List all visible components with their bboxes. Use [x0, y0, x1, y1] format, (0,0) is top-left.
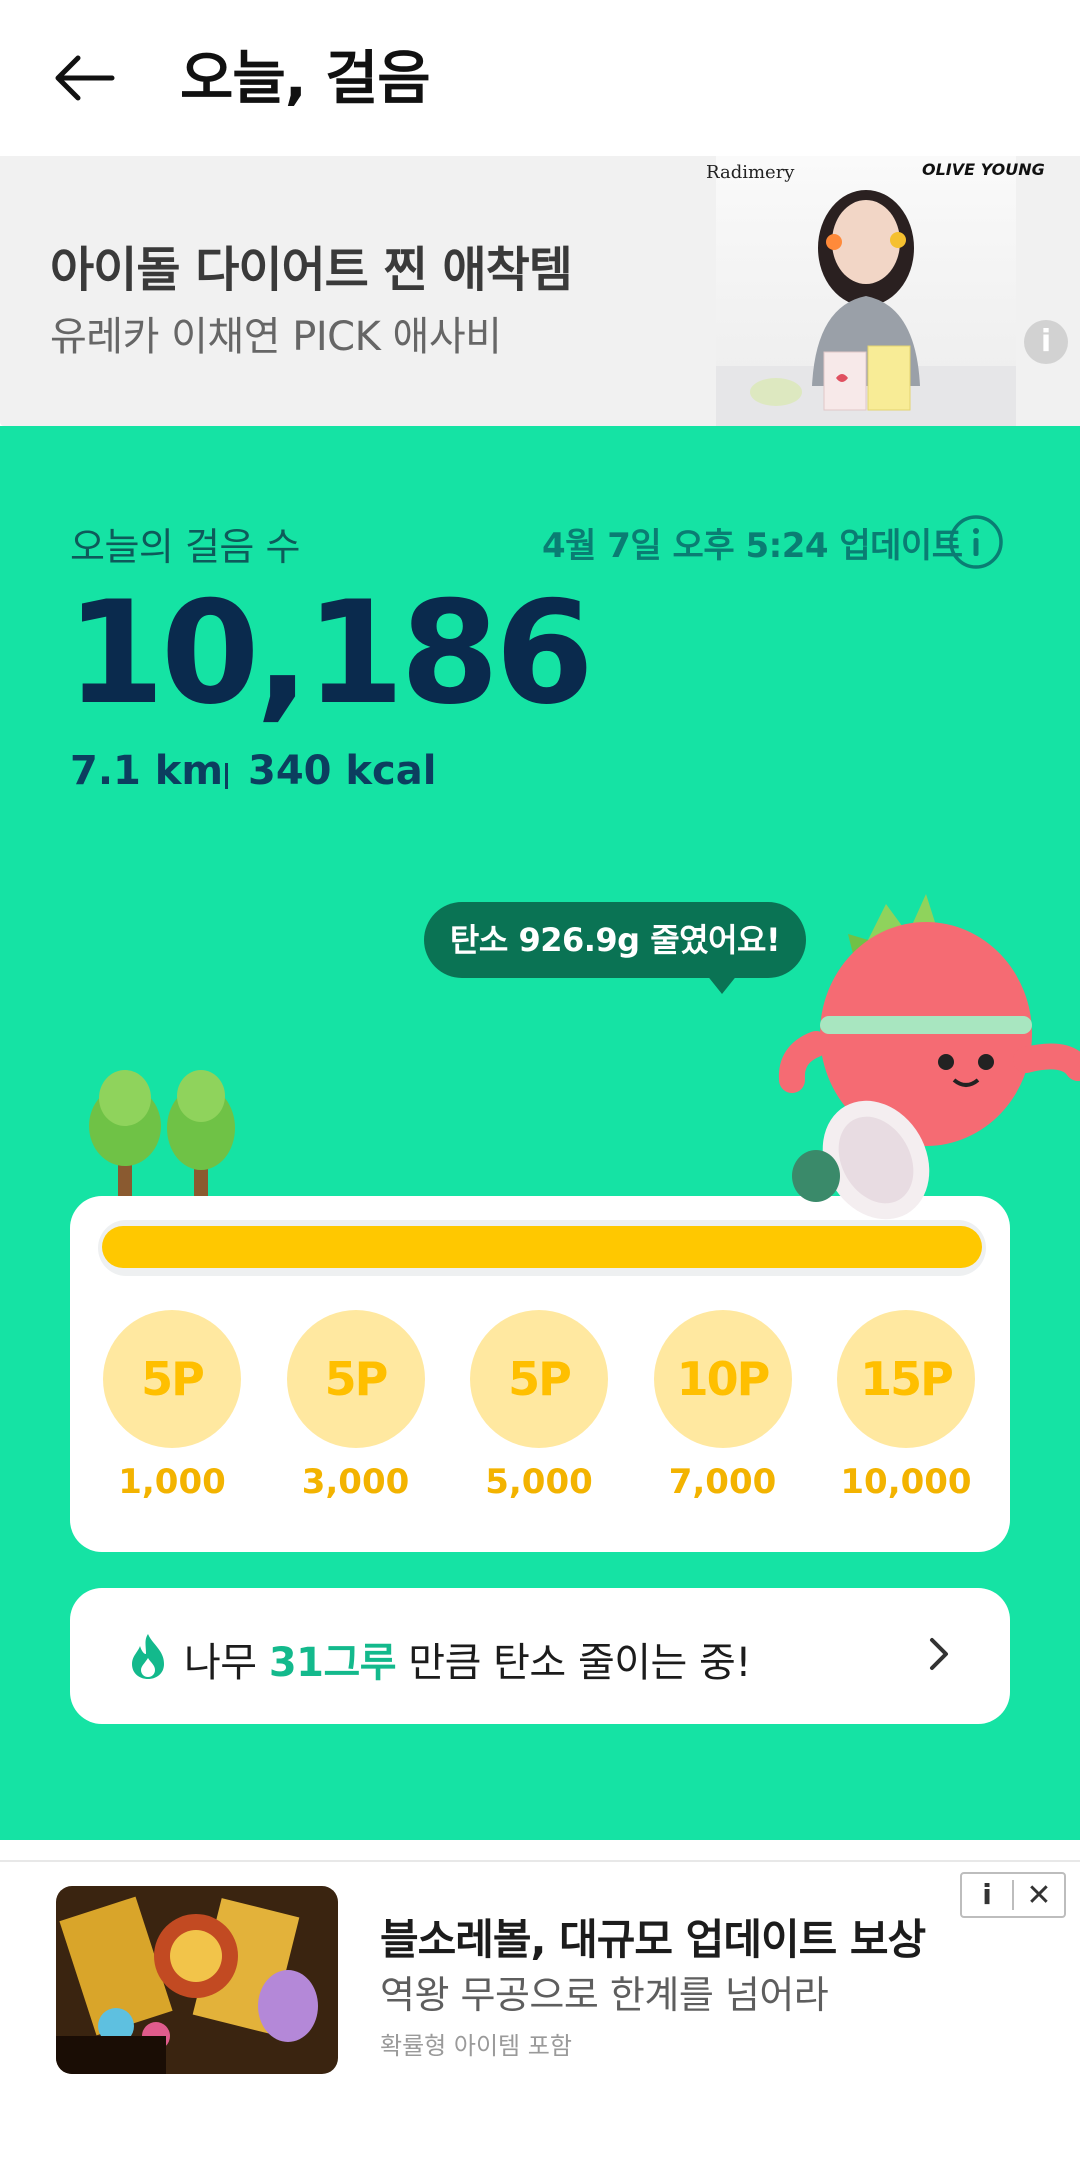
bubble-tail — [706, 974, 738, 994]
calories-value: 340 kcal — [248, 748, 437, 794]
goal-points-badge[interactable]: 5P — [470, 1310, 608, 1448]
trees-illustration — [89, 1070, 235, 1200]
goal-points-badge[interactable]: 10P — [653, 1310, 792, 1448]
steps-label: 오늘의 걸음 수 — [70, 525, 300, 569]
page-title: 오늘, 걸음 — [180, 44, 431, 112]
carbon-suffix: 만큼 탄소 줄이는 중! — [396, 1640, 751, 1686]
ad-title: 아이돌 다이어트 찐 애착템 — [50, 242, 573, 298]
update-time: 4월 7일 오후 5:24 업데이트 — [542, 526, 963, 566]
top-ad-banner[interactable]: 아이돌 다이어트 찐 애착템 유레카 이채연 PICK 애사비 i — [0, 156, 1080, 426]
info-icon[interactable] — [948, 514, 1004, 570]
app-header — [0, 0, 1080, 156]
stat-divider — [225, 763, 228, 789]
ad-brand-left: Radimery — [706, 162, 795, 183]
goal-points-badge[interactable]: 15P — [837, 1310, 975, 1448]
tomato-character-illustration — [778, 894, 1080, 1220]
ad-close-button[interactable]: ✕ — [1014, 1878, 1064, 1913]
carbon-text: 나무 31그루 만큼 탄소 줄이는 중! — [184, 1630, 751, 1688]
carbon-highlight: 31그루 — [268, 1640, 397, 1686]
chevron-right-icon[interactable] — [918, 1634, 958, 1674]
ad-subtitle: 유레카 이채연 PICK 애사비 — [50, 314, 502, 360]
goal-steps-label: 1,000 — [118, 1462, 226, 1502]
ad-image — [716, 156, 1016, 426]
goal-steps-label: 10,000 — [840, 1462, 972, 1502]
goal-points-badge[interactable]: 5P — [103, 1310, 241, 1448]
back-button[interactable] — [44, 44, 124, 112]
goal-steps-label: 5,000 — [485, 1462, 593, 1502]
ad-controls: i ✕ — [960, 1872, 1066, 1918]
bottom-ad-subtitle: 역왕 무공으로 한계를 넘어라 — [380, 1973, 829, 2017]
goal-steps-label: 3,000 — [301, 1462, 410, 1502]
bottom-ad-title: 블소레볼, 대규모 업데이트 보상 — [380, 1915, 926, 1964]
bottom-ad-note: 확률형 아이템 포함 — [380, 2032, 572, 2060]
carbon-bubble: 탄소 926.9g 줄였어요! — [424, 902, 806, 978]
bottom-ad-image — [56, 1886, 338, 2074]
arrow-left-icon — [55, 55, 115, 101]
carbon-prefix: 나무 — [184, 1640, 269, 1686]
step-count: 10,186 — [66, 571, 594, 736]
goal-points-badge[interactable]: 5P — [286, 1310, 425, 1448]
goal-steps-label: 7,000 — [668, 1462, 777, 1502]
distance-value: 7.1 km — [70, 748, 224, 794]
ad-brand-right: OLIVE YOUNG — [922, 160, 1045, 179]
flame-icon — [132, 1634, 164, 1679]
ad-info-button[interactable]: i — [962, 1880, 1014, 1910]
ad-info-icon[interactable]: i — [1024, 320, 1068, 364]
